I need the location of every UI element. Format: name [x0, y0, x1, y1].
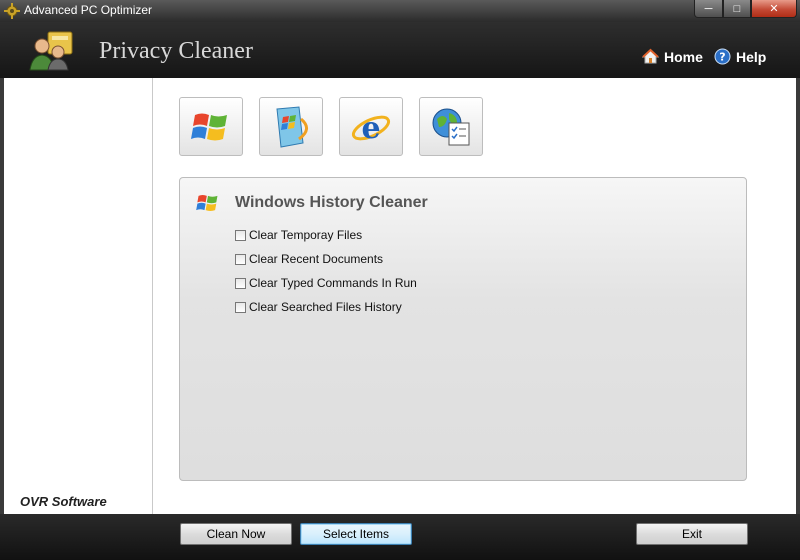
globe-document-icon — [432, 108, 470, 145]
internet-explorer-cleaner-button[interactable]: e — [339, 97, 403, 156]
option-clear-recent-documents[interactable]: Clear Recent Documents — [235, 252, 383, 266]
option-clear-searched-files[interactable]: Clear Searched Files History — [235, 300, 402, 314]
svg-text:e: e — [361, 111, 380, 146]
window-right-border — [796, 78, 800, 560]
app-gear-icon — [4, 3, 20, 19]
svg-text:?: ? — [719, 51, 725, 64]
close-button[interactable]: ✕ — [751, 0, 797, 18]
option-clear-typed-commands[interactable]: Clear Typed Commands In Run — [235, 276, 417, 290]
help-label: Help — [736, 48, 767, 65]
windows-history-cleaner-panel: Windows History Cleaner Clear Temporay F… — [179, 177, 747, 481]
internet-history-cleaner-button[interactable] — [419, 97, 483, 156]
page-title: Privacy Cleaner — [99, 38, 253, 64]
windows-logo-icon — [191, 113, 227, 140]
window-title: Advanced PC Optimizer — [24, 3, 153, 17]
bottom-action-bar: Clean Now Select Items Exit — [0, 514, 800, 560]
checkbox[interactable] — [235, 229, 246, 241]
help-link[interactable]: ? Help — [714, 48, 766, 65]
home-icon — [642, 48, 659, 64]
option-label: Clear Searched Files History — [249, 300, 402, 314]
select-items-button[interactable]: Select Items — [300, 523, 412, 545]
option-label: Clear Typed Commands In Run — [249, 276, 417, 290]
window-title-bar[interactable]: Advanced PC Optimizer ─ □ ✕ — [0, 0, 800, 23]
option-clear-temporary-files[interactable]: Clear Temporay Files — [235, 228, 362, 242]
checkbox[interactable] — [235, 253, 246, 265]
maximize-button[interactable]: □ — [723, 0, 751, 18]
windows-cleaner-button[interactable] — [179, 97, 243, 156]
internet-explorer-icon: e — [351, 111, 391, 146]
checkbox[interactable] — [235, 301, 246, 313]
clean-now-button[interactable]: Clean Now — [180, 523, 292, 545]
company-name: OVR Software — [20, 494, 107, 509]
panel-title: Windows History Cleaner — [235, 194, 428, 211]
window-controls: ─ □ ✕ — [694, 0, 797, 20]
option-label: Clear Recent Documents — [249, 252, 384, 266]
checkbox[interactable] — [235, 277, 246, 289]
sidebar: OVR Software — [4, 78, 153, 514]
option-label: Clear Temporay Files — [249, 228, 363, 242]
privacy-users-icon — [29, 31, 73, 71]
windows-media-cleaner-button[interactable] — [259, 97, 323, 156]
help-icon: ? — [714, 48, 731, 65]
home-label: Home — [664, 48, 703, 65]
app-header: Privacy Cleaner Home ? Help — [0, 22, 800, 78]
home-link[interactable]: Home — [642, 48, 703, 65]
minimize-button[interactable]: ─ — [694, 0, 723, 18]
windows-media-icon — [276, 105, 308, 148]
windows-logo-icon — [196, 195, 218, 211]
exit-button[interactable]: Exit — [636, 523, 748, 545]
